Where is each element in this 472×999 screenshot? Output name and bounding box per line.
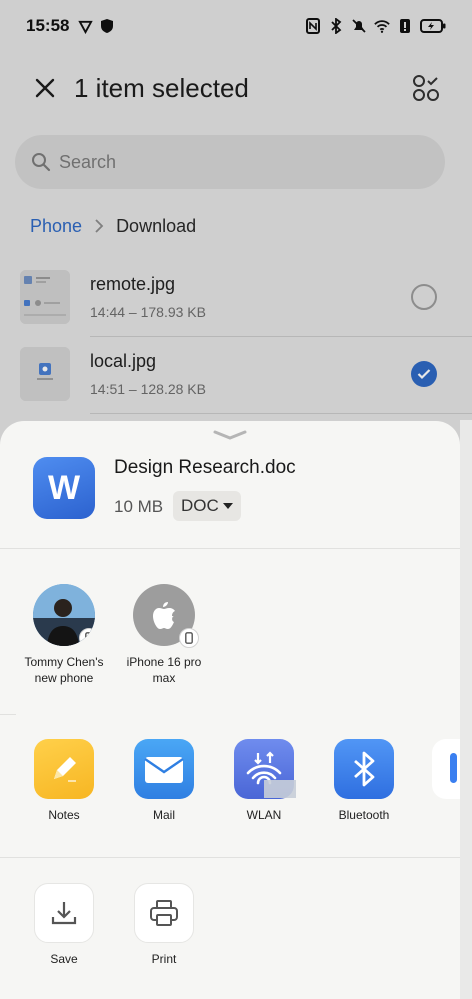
- signal-alert-icon: [397, 18, 413, 34]
- file-meta: 14:44 – 178.93 KB: [90, 304, 206, 320]
- print-button[interactable]: Print: [124, 883, 204, 966]
- vpn-icon: [77, 18, 93, 34]
- status-bar: 15:58: [0, 0, 472, 52]
- share-app-notes[interactable]: Notes: [24, 739, 104, 822]
- search-placeholder: Search: [59, 151, 117, 172]
- share-app-bluetooth[interactable]: Bluetooth: [324, 739, 404, 822]
- nfc-icon: [305, 18, 321, 34]
- breadcrumb-download: Download: [116, 215, 197, 236]
- selection-title: 1 item selected: [74, 72, 249, 103]
- app-label: Bluetooth: [338, 808, 390, 822]
- search-input[interactable]: Search: [15, 135, 445, 189]
- breadcrumb: Phone Download: [30, 212, 196, 240]
- contact-name-line2: new phone: [34, 671, 94, 685]
- chevron-right-icon: [94, 218, 104, 234]
- download-icon: [34, 883, 94, 943]
- nearby-device-tommy[interactable]: Tommy Chen's new phone: [9, 584, 119, 686]
- document-size: 10 MB: [114, 497, 164, 516]
- chevron-down-icon: [213, 430, 247, 440]
- bluetooth-status-icon: [328, 18, 344, 34]
- caret-down-icon: [222, 502, 233, 510]
- battery-charging-icon: [420, 18, 446, 34]
- selection-toolbar: 1 item selected: [0, 60, 472, 116]
- more-apps-peek-icon: [450, 753, 457, 783]
- mute-bell-icon: [351, 18, 367, 34]
- breadcrumb-phone[interactable]: Phone: [30, 216, 82, 237]
- action-label: Print: [151, 952, 177, 966]
- action-label: Save: [50, 952, 78, 966]
- word-document-icon: W: [33, 457, 95, 519]
- share-sheet: W Design Research.doc 10 MB DOC Tommy Ch…: [0, 421, 460, 999]
- phone-badge-icon: [79, 628, 95, 646]
- contact-name-line1: iPhone 16 pro: [126, 655, 202, 669]
- document-type-dropdown[interactable]: DOC: [173, 491, 241, 521]
- app-label: WLAN: [246, 808, 282, 822]
- close-selection-button[interactable]: [30, 73, 60, 103]
- select-all-icon: [413, 75, 439, 101]
- mail-icon: [134, 739, 194, 799]
- file-row[interactable]: local.jpg 14:51 – 128.28 KB: [0, 347, 472, 423]
- close-icon: [35, 78, 55, 98]
- document-title: Design Research.doc: [114, 457, 296, 478]
- select-all-button[interactable]: [410, 72, 442, 104]
- contact-name-line1: Tommy Chen's: [24, 655, 104, 669]
- file-thumbnail: [20, 347, 70, 401]
- file-name: remote.jpg: [90, 274, 176, 294]
- file-checkbox[interactable]: [411, 284, 437, 310]
- save-button[interactable]: Save: [24, 883, 104, 966]
- contact-name-line2: max: [152, 671, 176, 685]
- file-row[interactable]: remote.jpg 14:44 – 178.93 KB: [0, 270, 472, 346]
- shield-icon: [99, 18, 115, 34]
- app-label: Mail: [152, 808, 175, 822]
- file-thumbnail: [20, 270, 70, 324]
- nearby-device-iphone[interactable]: iPhone 16 pro max: [109, 584, 219, 686]
- app-label: Notes: [48, 808, 80, 822]
- wifi-status-icon: [374, 18, 390, 34]
- share-app-mail[interactable]: Mail: [124, 739, 204, 822]
- search-icon: [32, 153, 51, 172]
- status-time: 15:58: [26, 16, 70, 35]
- notes-icon: [34, 739, 94, 799]
- phone-badge-icon: [179, 628, 199, 648]
- bluetooth-icon: [334, 739, 394, 799]
- document-type-label: DOC: [181, 496, 219, 515]
- file-checkbox-checked[interactable]: [411, 361, 437, 387]
- file-name: local.jpg: [90, 351, 157, 371]
- file-meta: 14:51 – 128.28 KB: [90, 381, 206, 397]
- redaction-blur: [264, 780, 296, 798]
- sheet-drag-handle[interactable]: [210, 429, 250, 443]
- apple-device-avatar: [133, 584, 199, 648]
- apple-logo-icon: [153, 602, 175, 629]
- avatar: [33, 584, 95, 646]
- checkmark-icon: [417, 369, 431, 380]
- printer-icon: [134, 883, 194, 943]
- share-app-more[interactable]: [432, 739, 460, 799]
